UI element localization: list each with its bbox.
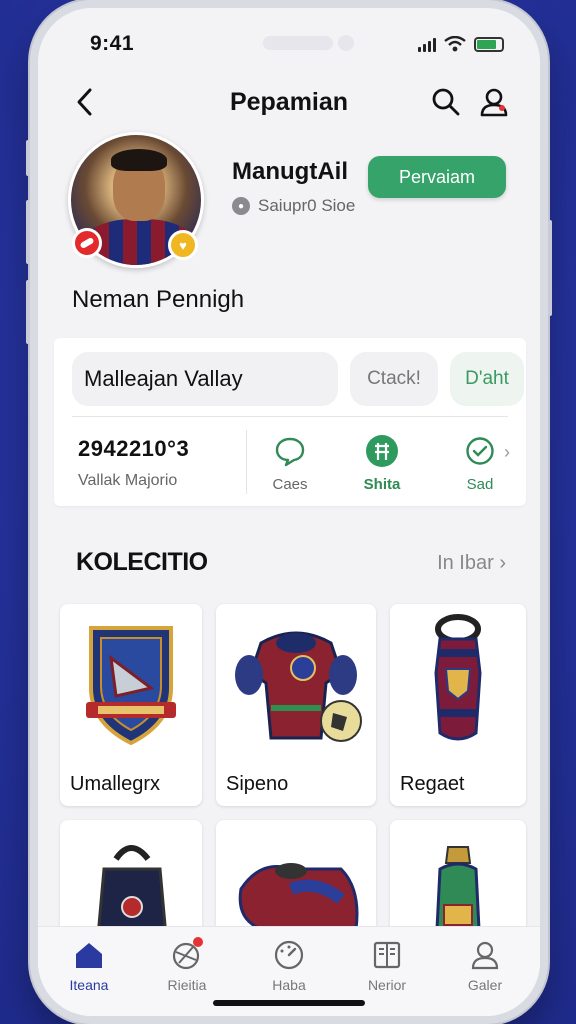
action-share-label: Shita (363, 476, 401, 493)
collection-item-3[interactable]: Regaet (390, 604, 526, 806)
avatar-hair (111, 149, 167, 171)
home-icon (73, 939, 105, 971)
red-badge-icon (72, 228, 102, 258)
profile-icon (469, 939, 501, 971)
volume-down-button (26, 280, 30, 344)
tab-home-label: Iteana (69, 977, 109, 993)
see-all-link[interactable]: In Ibar › (437, 552, 506, 575)
collection-item-2[interactable]: Sipeno (216, 604, 376, 806)
info-icon: ● (232, 197, 250, 215)
action-chat[interactable]: Caes (260, 434, 320, 493)
gauge-icon (273, 939, 305, 971)
see-all-label: In Ibar (437, 552, 494, 574)
collection-item-1[interactable]: Umallegrx (60, 604, 202, 806)
power-button (548, 220, 552, 316)
top-nav: Pepamian (38, 84, 540, 124)
vertical-divider (246, 430, 247, 494)
follow-button[interactable]: Pervaiam (368, 156, 506, 198)
tab-galer-label: Galer (467, 977, 503, 993)
card-divider (72, 416, 508, 417)
profile-section: ♥ ManugtAil ● Saiupr0 Sioe Pervaiam Nema… (38, 124, 540, 324)
collection-title: KOLECITIO (76, 548, 208, 576)
page-title: Pepamian (229, 88, 349, 116)
armor-suit-icon (216, 604, 376, 762)
action-chat-label: Caes (272, 476, 308, 493)
action-share[interactable]: Shita (352, 434, 412, 493)
stat-value: 2942210°3 (78, 436, 190, 461)
chevron-right-icon: › (499, 552, 506, 574)
action-check[interactable]: Sad (450, 434, 510, 493)
mute-switch (26, 140, 30, 176)
status-bar: 9:41 (38, 30, 540, 60)
share-grid-icon (365, 434, 399, 468)
heart-badge-icon: ♥ (168, 230, 198, 260)
stat-label: Vallak Majorio (78, 472, 178, 489)
tab-haba[interactable]: Haba (254, 939, 324, 993)
profile-subtitle: ● Saiupr0 Sioe (232, 196, 355, 216)
vase-trophy-icon (390, 604, 526, 762)
status-icons (418, 36, 504, 52)
volume-up-button (26, 200, 30, 264)
signal-icon (418, 36, 436, 52)
profile-subtitle-text: Saiupr0 Sioe (258, 196, 356, 215)
tab-rieitia-label: Rieitia (167, 977, 207, 993)
collection-item-label: Umallegrx (70, 773, 161, 795)
camera-dot (338, 35, 354, 51)
dynamic-island (263, 36, 333, 50)
tab-home[interactable]: Iteana (54, 939, 124, 993)
chat-bubble-icon (273, 434, 307, 468)
tab-rieitia[interactable]: Rieitia (152, 937, 222, 993)
ball-icon (171, 937, 203, 971)
search-icon[interactable] (430, 86, 462, 118)
tertiary-pill[interactable]: D'aht (450, 352, 524, 406)
tab-galer[interactable]: Galer (450, 939, 520, 993)
action-check-label: Sad (466, 476, 494, 493)
check-circle-icon (463, 434, 497, 468)
notification-dot (193, 937, 203, 947)
profile-name: ManugtAil (232, 158, 348, 185)
location-pill[interactable]: Malleajan Vallay (72, 352, 338, 406)
tab-nerior-label: Nerior (367, 977, 407, 993)
user-icon[interactable] (478, 86, 510, 118)
profile-full-name: Neman Pennigh (72, 286, 245, 313)
screen: 9:41 Pepamian ♥ ManugtAil ● Saiupr0 Sioe… (38, 8, 540, 1016)
status-time: 9:41 (90, 32, 135, 55)
secondary-pill[interactable]: Ctack! (350, 352, 438, 406)
collection-item-label: Regaet (400, 773, 465, 795)
book-icon (371, 939, 403, 971)
battery-icon (474, 36, 504, 52)
crest-shield-icon (60, 604, 202, 762)
collection-item-label: Sipeno (226, 773, 289, 795)
chevron-right-icon[interactable]: › (504, 442, 510, 463)
tab-nerior[interactable]: Nerior (352, 939, 422, 993)
wifi-icon (444, 36, 466, 52)
bottom-tab-bar: Iteana Rieitia Haba Nerior Galer (38, 926, 540, 1016)
tab-haba-label: Haba (272, 977, 306, 993)
phone-frame: 9:41 Pepamian ♥ ManugtAil ● Saiupr0 Sioe… (26, 0, 552, 1024)
home-indicator[interactable] (213, 1000, 365, 1006)
info-card: Malleajan Vallay Ctack! D'aht 2942210°3 … (54, 338, 526, 506)
